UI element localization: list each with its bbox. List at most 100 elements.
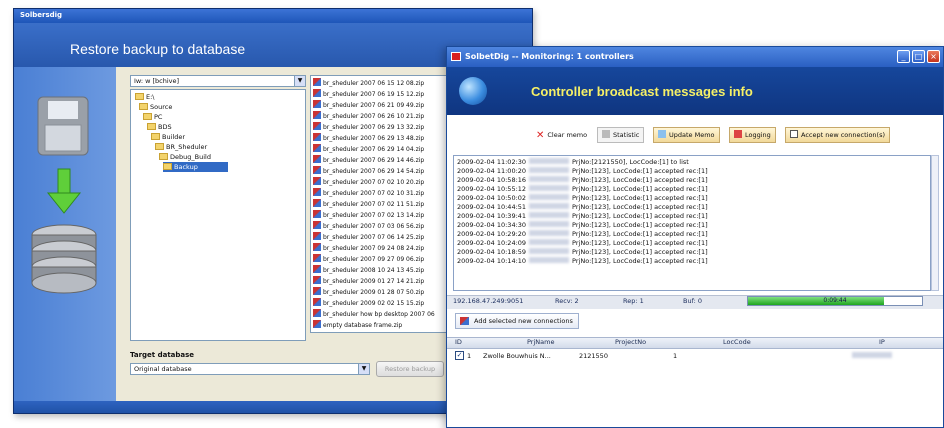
file-item-label: empty database frame.zip <box>323 322 403 329</box>
tree-item[interactable]: Builder <box>151 132 185 142</box>
zip-file-icon <box>313 287 321 295</box>
file-item-label: br_sheduler 2009 01 27 14 21.zip <box>323 278 425 285</box>
file-item-label: br_sheduler 2007 07 02 10 31.zip <box>323 190 425 197</box>
file-item[interactable]: br_sheduler 2007 09 27 09 06.zip <box>313 254 424 264</box>
file-item-label: br_sheduler 2007 07 02 10 20.zip <box>323 179 425 186</box>
folder-icon <box>159 153 168 160</box>
zip-file-icon <box>313 111 321 119</box>
zip-file-icon <box>313 232 321 240</box>
backup-to-database-illustration <box>31 96 97 294</box>
file-item[interactable]: br_sheduler 2009 02 02 15 15.zip <box>313 298 424 308</box>
file-item[interactable]: br_sheduler 2007 06 29 14 54.zip <box>313 166 424 176</box>
zip-file-icon <box>313 265 321 273</box>
tree-item-label: PC <box>154 113 163 121</box>
file-item[interactable]: br_sheduler 2007 06 15 12 08.zip <box>313 78 424 88</box>
file-item[interactable]: br_sheduler 2007 06 29 13 32.zip <box>313 122 424 132</box>
tree-item[interactable]: BR_Sheduler <box>155 142 207 152</box>
log-message: PrjNo:[123], LocCode:[1] accepted rec:[1… <box>572 176 708 184</box>
file-item[interactable]: br_sheduler 2007 06 29 13 48.zip <box>313 133 424 143</box>
tree-item[interactable]: PC <box>143 112 162 122</box>
broadcast-log[interactable]: 2009-02-04 11:02:30 PrjNo:[2121550], LocC… <box>453 155 931 291</box>
accept-connections-button[interactable]: Accept new connection(s) <box>785 127 890 143</box>
drive-select[interactable]: Iw: w [bchive] ▼ <box>130 75 306 87</box>
file-item[interactable]: br_sheduler 2009 01 27 14 21.zip <box>313 276 424 286</box>
tree-item-selected[interactable]: Backup <box>163 162 228 172</box>
log-line: 2009-02-04 10:18:59 PrjNo:[123], LocCode:… <box>457 248 708 257</box>
tree-item[interactable]: BDS <box>147 122 172 132</box>
file-item[interactable]: br_sheduler 2008 10 24 13 45.zip <box>313 265 424 275</box>
tree-item[interactable]: Debug_Build <box>159 152 211 162</box>
file-item-label: br_sheduler 2007 06 26 10 21.zip <box>323 113 425 120</box>
file-item[interactable]: br_sheduler 2007 06 29 14 04.zip <box>313 144 424 154</box>
progress-text: 0:09:44 <box>823 297 847 304</box>
log-timestamp: 2009-02-04 10:29:20 <box>457 230 527 238</box>
cell-projectno: 2121550 <box>579 352 608 360</box>
target-database-select[interactable]: Original database ▼ <box>130 363 370 375</box>
backup-file-list[interactable]: br_sheduler 2007 06 15 12 08.zip br_shedu… <box>310 75 450 333</box>
row-checkbox[interactable]: ✓ <box>455 351 464 360</box>
logging-button[interactable]: Logging <box>729 127 776 143</box>
target-database-value: Original database <box>134 365 192 373</box>
file-item[interactable]: br_sheduler 2007 06 21 09 49.zip <box>313 100 424 110</box>
file-item-label: br_sheduler 2007 06 29 14 04.zip <box>323 146 425 153</box>
chevron-down-icon[interactable]: ▼ <box>358 364 369 374</box>
update-icon <box>658 130 666 138</box>
tree-item[interactable]: Source <box>139 102 172 112</box>
zip-file-icon <box>313 78 321 86</box>
file-item[interactable]: br_sheduler 2007 06 29 14 46.zip <box>313 155 424 165</box>
drive-select-value: Iw: w [bchive] <box>134 77 180 85</box>
column-header-projectno[interactable]: ProjectNo <box>615 338 646 346</box>
clear-memo-button[interactable]: ✕ Clear memo <box>531 127 592 143</box>
column-header-loccode[interactable]: LocCode <box>723 338 751 346</box>
log-line: 2009-02-04 10:58:16 PrjNo:[123], LocCode:… <box>457 176 708 185</box>
file-item[interactable]: br_sheduler 2007 07 02 13 14.zip <box>313 210 424 220</box>
statistic-button[interactable]: Statistic <box>597 127 645 143</box>
minimize-icon[interactable]: _ <box>897 50 910 63</box>
folder-tree[interactable]: E:\ Source PC BDS Builder BR_Sheduler De… <box>130 89 306 341</box>
folder-icon <box>143 113 152 120</box>
document-icon <box>790 130 798 138</box>
log-timestamp: 2009-02-04 10:18:59 <box>457 248 527 256</box>
restore-header-title: Restore backup to database <box>70 41 246 57</box>
restore-titlebar[interactable]: Solbersdig <box>14 9 532 23</box>
file-item[interactable]: br_sheduler 2007 07 02 10 31.zip <box>313 188 424 198</box>
redacted-text <box>529 194 570 200</box>
close-icon[interactable]: × <box>927 50 940 63</box>
log-line: 2009-02-04 10:44:51 PrjNo:[123], LocCode:… <box>457 203 708 212</box>
monitoring-titlebar[interactable]: SolbetDig -- Monitoring: 1 controllers <box>447 47 943 67</box>
redacted-text <box>529 221 570 227</box>
log-line: 2009-02-04 10:39:41 PrjNo:[123], LocCode:… <box>457 212 708 221</box>
chevron-down-icon[interactable]: ▼ <box>294 76 305 86</box>
folder-icon <box>151 133 160 140</box>
file-item[interactable]: br_sheduler 2007 07 03 06 56.zip <box>313 221 424 231</box>
file-item[interactable]: br_sheduler how bp desktop 2007 06 <box>313 309 435 319</box>
log-timestamp: 2009-02-04 10:24:09 <box>457 239 527 247</box>
update-memo-button[interactable]: Update Memo <box>653 127 720 143</box>
restore-backup-button[interactable]: Restore backup <box>376 361 444 377</box>
column-header-ip[interactable]: IP <box>879 338 885 346</box>
tree-item[interactable]: E:\ <box>135 92 155 102</box>
redacted-text <box>529 185 570 191</box>
update-memo-label: Update Memo <box>669 131 715 139</box>
column-header-id[interactable]: ID <box>455 338 462 346</box>
file-item[interactable]: br_sheduler 2007 06 19 15 12.zip <box>313 89 424 99</box>
file-item[interactable]: br_sheduler 2009 01 28 07 50.zip <box>313 287 424 297</box>
restore-illustration-pane <box>14 67 116 405</box>
file-item[interactable]: br_sheduler 2007 07 06 14 25.zip <box>313 232 424 242</box>
redacted-text <box>529 176 570 182</box>
cell-ip-redacted <box>849 352 895 360</box>
column-header-prjname[interactable]: PrjName <box>527 338 554 346</box>
file-item-label: br_sheduler 2007 07 02 11 51.zip <box>323 201 425 208</box>
log-timestamp: 2009-02-04 10:44:51 <box>457 203 527 211</box>
file-item[interactable]: br_sheduler 2007 07 02 11 51.zip <box>313 199 424 209</box>
zip-file-icon <box>313 133 321 141</box>
file-item[interactable]: br_sheduler 2007 07 02 10 20.zip <box>313 177 424 187</box>
log-scrollbar[interactable] <box>931 155 939 291</box>
add-connections-button[interactable]: Add selected new connections <box>455 313 579 329</box>
file-item[interactable]: empty database frame.zip <box>313 320 402 330</box>
file-item[interactable]: br_sheduler 2007 06 26 10 21.zip <box>313 111 424 121</box>
file-item[interactable]: br_sheduler 2007 09 24 08 24.zip <box>313 243 424 253</box>
file-item-label: br_sheduler 2007 09 27 09 06.zip <box>323 256 425 263</box>
maximize-icon[interactable]: □ <box>912 50 925 63</box>
cell-id: 1 <box>467 352 472 360</box>
